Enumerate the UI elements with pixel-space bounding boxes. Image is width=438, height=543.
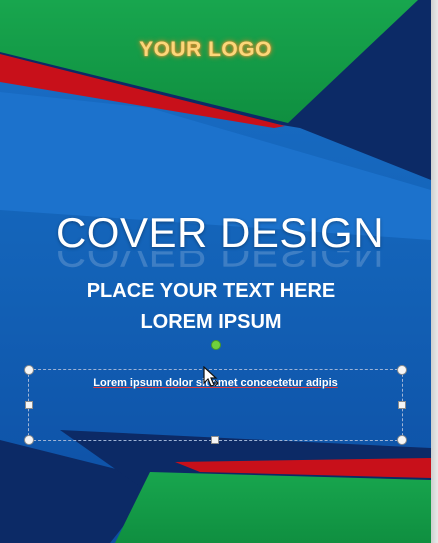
resize-handle-bottom-left[interactable]	[24, 435, 34, 445]
resize-handle-left[interactable]	[25, 401, 33, 409]
window-edge	[431, 0, 438, 543]
rotate-handle[interactable]	[211, 340, 221, 350]
resize-handle-top-left[interactable]	[24, 365, 34, 375]
cover-page: YOUR LOGO COVER DESIGN COVER DESIGN PLAC…	[0, 0, 431, 543]
cover-title-reflection: COVER DESIGN	[0, 251, 431, 273]
arrow-move-cursor-icon	[203, 366, 219, 387]
subtitle-line-1[interactable]: PLACE YOUR TEXT HERE	[0, 280, 422, 303]
green-shape-bottom	[115, 472, 431, 543]
resize-handle-bottom[interactable]	[211, 436, 219, 444]
resize-handle-bottom-right[interactable]	[397, 435, 407, 445]
logo-placeholder[interactable]: YOUR LOGO	[0, 38, 411, 62]
resize-handle-top-right[interactable]	[397, 365, 407, 375]
resize-handle-right[interactable]	[398, 401, 406, 409]
cover-title[interactable]: COVER DESIGN	[0, 212, 431, 254]
subtitle-line-2[interactable]: LOREM IPSUM	[0, 311, 422, 334]
